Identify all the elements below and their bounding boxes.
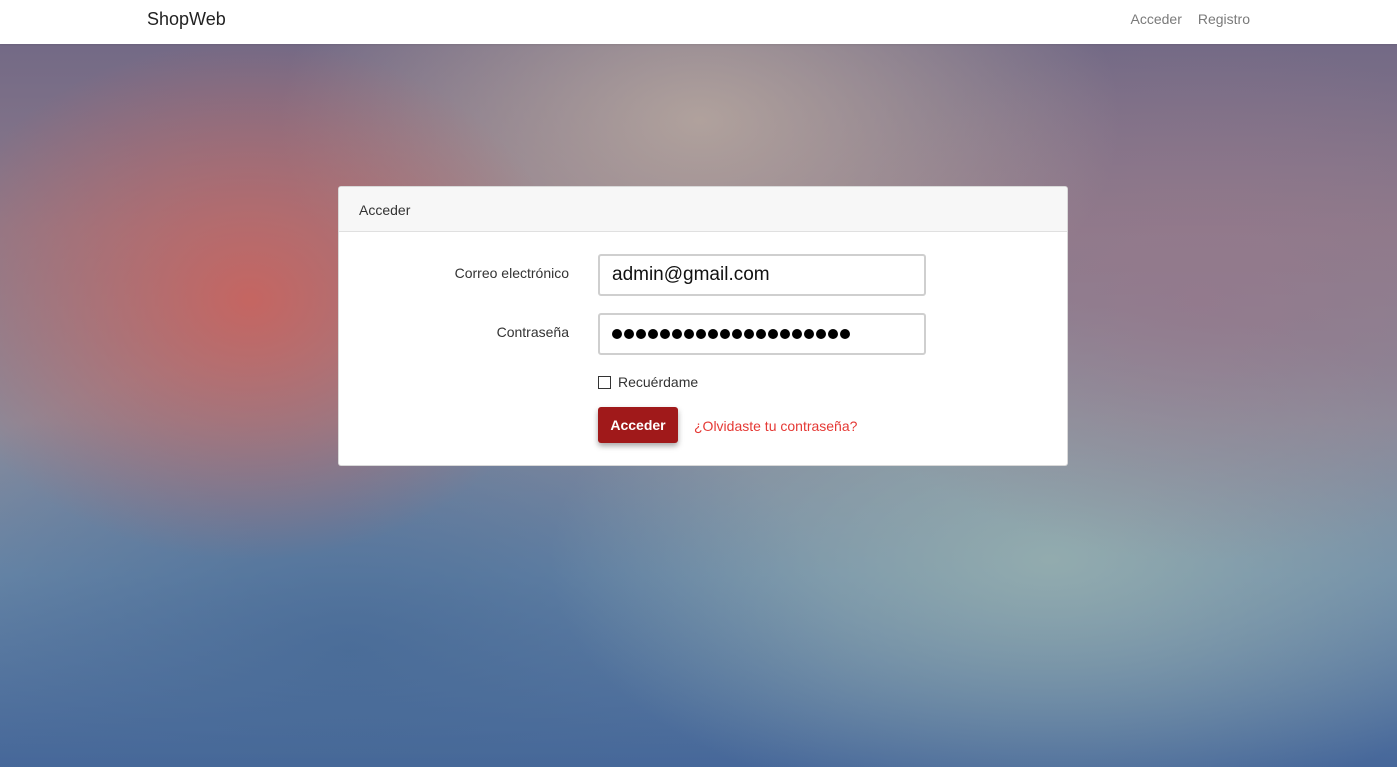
password-mask-dot (708, 329, 718, 339)
password-mask-dot (804, 329, 814, 339)
password-mask-dot (612, 329, 622, 339)
password-mask-dot (780, 329, 790, 339)
password-label: Contraseña (496, 324, 569, 340)
password-mask-dot (624, 329, 634, 339)
password-mask-dot (828, 329, 838, 339)
email-field[interactable] (598, 254, 926, 296)
login-card-header: Acceder (339, 187, 1067, 232)
nav-links: Acceder Registro (1131, 11, 1251, 27)
login-submit-button[interactable]: Acceder (598, 407, 678, 443)
password-mask-dot (840, 329, 850, 339)
password-mask-dot (744, 329, 754, 339)
password-mask-dot (672, 329, 682, 339)
nav-login-link[interactable]: Acceder (1131, 11, 1182, 27)
password-mask-dot (792, 329, 802, 339)
remember-checkbox[interactable] (598, 375, 611, 389)
password-mask-dot (768, 329, 778, 339)
top-navbar: ShopWeb Acceder Registro (0, 0, 1397, 44)
brand-logo-link[interactable]: ShopWeb (147, 9, 226, 30)
password-field[interactable] (598, 313, 926, 355)
forgot-password-link[interactable]: ¿Olvidaste tu contraseña? (694, 418, 857, 434)
password-mask-dot (756, 329, 766, 339)
nav-register-link[interactable]: Registro (1198, 11, 1250, 27)
password-mask-dot (720, 329, 730, 339)
email-label: Correo electrónico (454, 265, 569, 281)
password-mask-dot (648, 329, 658, 339)
password-mask-dot (732, 329, 742, 339)
password-mask-dot (636, 329, 646, 339)
password-mask-dot (660, 329, 670, 339)
login-card: Acceder Correo electrónico Contraseña Re… (338, 186, 1068, 466)
remember-label: Recuérdame (618, 374, 699, 390)
password-mask-dot (696, 329, 706, 339)
remember-me[interactable]: Recuérdame (598, 374, 698, 390)
password-mask-dot (816, 329, 826, 339)
password-mask-dot (684, 329, 694, 339)
